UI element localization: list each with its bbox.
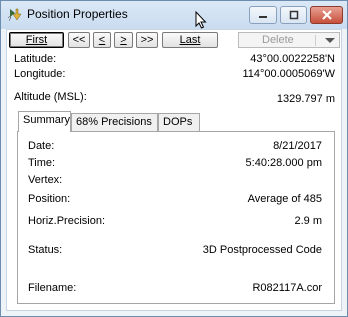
maximize-button[interactable] bbox=[280, 6, 307, 24]
last-button[interactable]: Last bbox=[162, 32, 218, 48]
latitude-label: Latitude: bbox=[14, 53, 57, 65]
vertex-row: Vertex: bbox=[28, 174, 322, 188]
tab-68-precisions[interactable]: 68% Precisions bbox=[71, 113, 158, 131]
longitude-label: Longitude: bbox=[14, 68, 66, 80]
filename-value: R082117A.cor bbox=[252, 282, 322, 294]
position-label: Position: bbox=[28, 193, 71, 205]
filename-label: Filename: bbox=[28, 282, 77, 294]
title-bar[interactable]: ? Position Properties bbox=[1, 1, 347, 29]
delete-split-divider bbox=[315, 35, 316, 46]
close-icon bbox=[321, 10, 332, 20]
longitude-value: 114°00.0005069'W bbox=[242, 68, 335, 80]
tab-summary[interactable]: Summary bbox=[18, 111, 71, 132]
first-button-label: First bbox=[25, 34, 48, 46]
horiz-precision-value: 2.9 m bbox=[294, 215, 322, 227]
next-page-button[interactable]: >> bbox=[136, 32, 158, 48]
next-button[interactable]: > bbox=[114, 32, 133, 48]
status-row: Status: 3D Postprocessed Code bbox=[28, 244, 322, 258]
date-value: 8/21/2017 bbox=[273, 140, 322, 152]
close-button[interactable] bbox=[310, 6, 343, 24]
tab-dops[interactable]: DOPs bbox=[158, 113, 200, 131]
date-label: Date: bbox=[28, 140, 55, 152]
status-value: 3D Postprocessed Code bbox=[202, 244, 322, 256]
time-value: 5:40:28.000 pm bbox=[245, 157, 322, 169]
vertex-label: Vertex: bbox=[28, 174, 63, 186]
horiz-precision-label: Horiz.Precision: bbox=[28, 215, 106, 227]
chevron-down-icon[interactable] bbox=[325, 38, 335, 43]
mouse-cursor-icon bbox=[195, 11, 207, 29]
altitude-label: Altitude (MSL): bbox=[14, 91, 87, 103]
minimize-button[interactable] bbox=[249, 6, 277, 24]
dialog-content: First << < > >> Last Delete Latitude: 43… bbox=[6, 29, 342, 311]
previous-label: < bbox=[98, 34, 106, 46]
delete-button[interactable]: Delete bbox=[238, 32, 340, 48]
maximize-icon bbox=[289, 10, 298, 20]
window-title: Position Properties bbox=[27, 7, 128, 21]
last-button-label: Last bbox=[179, 34, 201, 46]
time-label: Time: bbox=[28, 157, 56, 169]
previous-page-button[interactable]: << bbox=[68, 32, 90, 48]
delete-button-label: Delete bbox=[262, 34, 294, 46]
altitude-value: 1329.797 m bbox=[276, 93, 335, 105]
position-row: Position: Average of 485 bbox=[28, 193, 322, 207]
status-label: Status: bbox=[28, 244, 63, 256]
previous-page-label: << bbox=[72, 34, 86, 46]
next-label: > bbox=[120, 34, 127, 46]
horiz-precision-row: Horiz.Precision: 2.9 m bbox=[28, 215, 322, 229]
next-page-label: >> bbox=[140, 34, 154, 46]
first-button[interactable]: First bbox=[9, 32, 64, 48]
time-row: Time: 5:40:28.000 pm bbox=[28, 157, 322, 171]
position-properties-icon: ? bbox=[8, 8, 22, 23]
position-value: Average of 485 bbox=[247, 193, 322, 205]
latitude-value: 43°00.0022258'N bbox=[250, 53, 335, 65]
previous-button[interactable]: < bbox=[93, 32, 111, 48]
date-row: Date: 8/21/2017 bbox=[28, 140, 322, 154]
position-properties-window: ? Position Properties First << < > >> La… bbox=[0, 0, 348, 317]
filename-row: Filename: R082117A.cor bbox=[28, 282, 322, 296]
summary-panel: Date: 8/21/2017 Time: 5:40:28.000 pm Ver… bbox=[17, 131, 335, 304]
svg-text:?: ? bbox=[8, 17, 12, 23]
minimize-icon bbox=[259, 16, 267, 18]
